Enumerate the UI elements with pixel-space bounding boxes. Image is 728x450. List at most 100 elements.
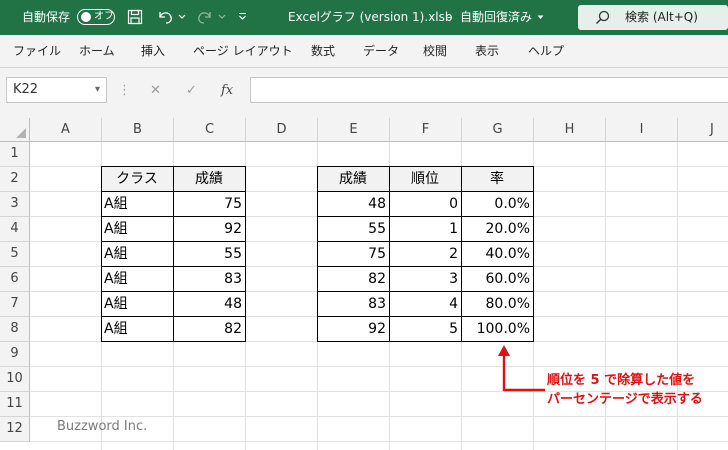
table2-cell[interactable]: 55 [317,217,389,242]
table2-cell[interactable]: 2 [389,242,461,267]
tab-view[interactable]: 表示 [475,43,499,59]
table2-border [317,266,534,267]
column-header-i[interactable]: I [606,118,678,142]
formula-bar: K22 ▾ ⋮ ✕ ✓ fx [0,68,728,118]
name-box-dropdown-icon[interactable]: ▾ [95,82,100,98]
column-header-h[interactable]: H [534,118,606,142]
tab-home[interactable]: ホーム [79,43,115,59]
table1-cell[interactable]: A組 [101,292,173,317]
table2-cell[interactable]: 40.0% [461,242,533,267]
table1-cell[interactable]: 75 [173,192,245,217]
cancel-icon[interactable]: ✕ [150,83,161,99]
select-all-button[interactable] [0,118,30,142]
row-header-7[interactable]: 7 [0,292,30,317]
row-header-5[interactable]: 5 [0,242,30,267]
table1-cell[interactable]: A組 [101,242,173,267]
column-header-d[interactable]: D [246,118,318,142]
row-header-1[interactable]: 1 [0,142,30,167]
column-header-g[interactable]: G [462,118,534,142]
row-header-4[interactable]: 4 [0,217,30,242]
table1-cell[interactable]: 82 [173,317,245,342]
tab-data[interactable]: データ [363,43,399,59]
table1-cell[interactable]: 48 [173,292,245,317]
row-header-10[interactable]: 10 [0,367,30,392]
column-header-e[interactable]: E [318,118,390,142]
column-header-j[interactable]: J [678,118,728,142]
row-header-8[interactable]: 8 [0,317,30,342]
column-header-b[interactable]: B [102,118,174,142]
row-header-9[interactable]: 9 [0,342,30,367]
search-box[interactable]: 検索 (Alt+Q) [578,5,728,30]
table2-cell[interactable]: 0 [389,192,461,217]
autosave-label: 自動保存 [22,10,71,24]
table1-header-class[interactable]: クラス [101,167,173,192]
tab-page-layout[interactable]: ページ レイアウト [193,43,293,59]
table1-cell[interactable]: A組 [101,267,173,292]
enter-icon[interactable]: ✓ [186,83,197,99]
insert-function-icon[interactable]: fx [221,83,233,99]
formula-input[interactable] [250,77,728,103]
table2-border [317,291,534,292]
column-header-f[interactable]: F [390,118,462,142]
table2-header-score[interactable]: 成績 [317,167,389,192]
table2-cell[interactable]: 48 [317,192,389,217]
name-box-value: K22 [13,82,39,97]
column-header-a[interactable]: A [30,118,102,142]
tab-insert[interactable]: 挿入 [141,43,165,59]
table2-border [317,191,534,192]
table2-header-rate[interactable]: 率 [461,167,533,192]
table2-cell[interactable]: 82 [317,267,389,292]
table2-border [317,241,534,242]
table2-cell[interactable]: 3 [389,267,461,292]
tab-file[interactable]: ファイル [13,43,61,59]
table2-cell[interactable]: 4 [389,292,461,317]
annotation-line-1: 順位を 5 で除算した値を [547,373,696,388]
table2-cell[interactable]: 83 [317,292,389,317]
row-header-6[interactable]: 6 [0,267,30,292]
save-icon[interactable] [127,9,143,25]
toggle-knob [81,12,91,22]
redo-icon[interactable] [196,9,214,25]
tab-review[interactable]: 校閲 [423,43,447,59]
gridline [30,416,728,417]
table1-cell[interactable]: 92 [173,217,245,242]
save-status-dropdown-icon[interactable] [537,15,544,20]
table1-cell[interactable]: A組 [101,317,173,342]
table2-cell[interactable]: 20.0% [461,217,533,242]
row-header-12[interactable]: 12 [0,417,30,442]
table2-header-rank[interactable]: 順位 [389,167,461,192]
customize-toolbar-icon[interactable] [238,12,247,21]
more-icon: ⋮ [118,83,131,98]
undo-icon[interactable] [156,9,174,25]
table1-cell[interactable]: 55 [173,242,245,267]
ribbon-tabs: ファイル ホーム 挿入 ページ レイアウト 数式 データ 校閲 表示 ヘルプ [0,35,728,68]
table1-header-score[interactable]: 成績 [173,167,245,192]
column-header-c[interactable]: C [174,118,246,142]
undo-dropdown-icon[interactable] [178,14,186,20]
table2-cell[interactable]: 5 [389,317,461,342]
title-separator: - [447,10,452,24]
table2-cell[interactable]: 92 [317,317,389,342]
autosave-toggle[interactable]: オフ [77,9,115,25]
table2-cell[interactable]: 80.0% [461,292,533,317]
table2-cell[interactable]: 100.0% [461,317,533,342]
redo-dropdown-icon[interactable] [218,14,226,20]
table1-cell[interactable]: A組 [101,217,173,242]
gridline [30,366,728,367]
row-header-3[interactable]: 3 [0,192,30,217]
table1-cell[interactable]: A組 [101,192,173,217]
gridline [533,142,534,450]
table2-cell[interactable]: 75 [317,242,389,267]
table1-cell[interactable]: 83 [173,267,245,292]
row-header-11[interactable]: 11 [0,392,30,417]
table2-cell[interactable]: 1 [389,217,461,242]
name-box[interactable]: K22 ▾ [6,77,107,103]
table1-border [101,266,246,267]
table2-cell[interactable]: 60.0% [461,267,533,292]
watermark: Buzzword Inc. [57,419,148,434]
tab-help[interactable]: ヘルプ [528,43,564,59]
row-header-2[interactable]: 2 [0,167,30,192]
save-status[interactable]: 自動回復済み [460,9,532,25]
table2-cell[interactable]: 0.0% [461,192,533,217]
tab-formulas[interactable]: 数式 [311,43,335,59]
